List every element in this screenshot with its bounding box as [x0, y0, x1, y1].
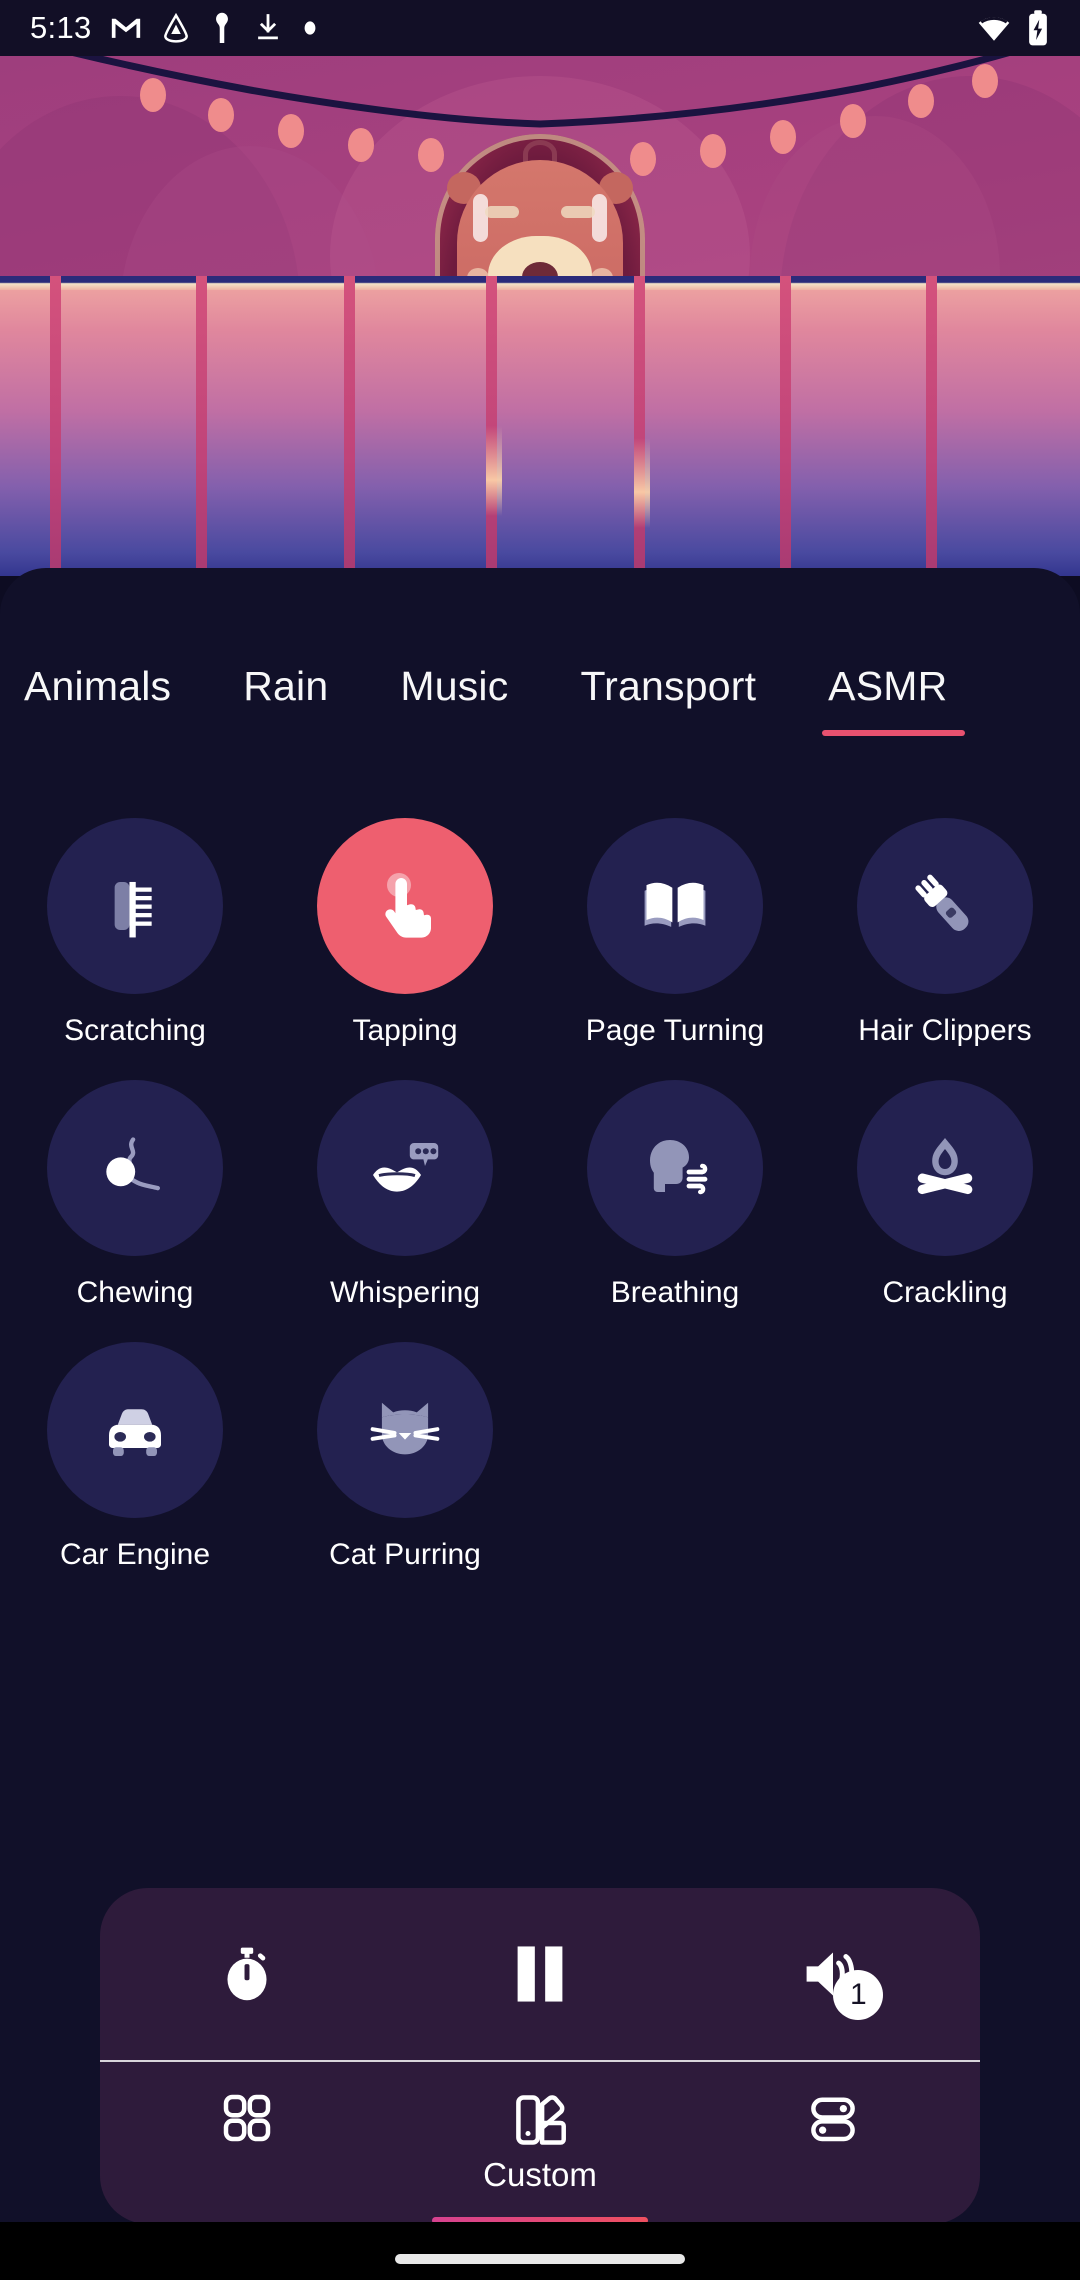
palette-icon	[516, 2095, 566, 2145]
dot-icon	[304, 21, 315, 35]
key-icon	[215, 12, 228, 44]
player-dock: 1 Custom	[100, 1888, 980, 2224]
sound-label: Cat Purring	[329, 1538, 481, 1571]
wifi-icon	[978, 17, 1010, 41]
comb-icon	[114, 881, 152, 938]
sound-label: Car Engine	[59, 1538, 211, 1571]
sound-label: Hair Clippers	[858, 1014, 1032, 1047]
sound-item-page-turning[interactable]: Page Turning	[540, 818, 810, 1048]
sound-label: Whispering	[329, 1276, 481, 1309]
gesture-bar[interactable]	[395, 2254, 685, 2264]
status-time: 5:13	[30, 10, 92, 45]
nav-item-sounds[interactable]	[100, 2062, 393, 2224]
sound-label: Crackling	[882, 1276, 1008, 1309]
fence	[0, 276, 1080, 576]
fence-top-rail	[0, 276, 1080, 290]
bottom-nav: Custom	[100, 2062, 980, 2224]
sound-bubble[interactable]	[587, 1080, 763, 1256]
tab-rain[interactable]: Rain	[243, 663, 328, 736]
hero-illustration	[0, 56, 1080, 576]
sound-label: Scratching	[64, 1014, 206, 1047]
sound-item-car-engine[interactable]: Car Engine	[0, 1342, 270, 1572]
tab-transport[interactable]: Transport	[580, 663, 756, 736]
sound-grid: Scratching Tapping Page Turning Hair Cli…	[0, 818, 1080, 1604]
status-bar-left: 5:13	[30, 10, 319, 46]
category-tabs[interactable]: Animals Rain Music Transport ASMR	[0, 663, 1080, 781]
chewing-gum-icon	[106, 1137, 160, 1191]
hair-clipper-icon	[915, 874, 969, 931]
volume-button[interactable]: 1	[687, 1888, 980, 2060]
cat-face-icon	[370, 1402, 440, 1455]
nav-item-settings[interactable]	[687, 2062, 980, 2224]
timer-button[interactable]	[100, 1888, 393, 2060]
player-controls: 1	[100, 1888, 980, 2060]
sound-bubble[interactable]	[47, 818, 223, 994]
sound-item-breathing[interactable]: Breathing	[540, 1080, 810, 1310]
sound-item-chewing[interactable]: Chewing	[0, 1080, 270, 1310]
sound-item-whispering[interactable]: Whispering	[270, 1080, 540, 1310]
status-bar: 5:13	[0, 0, 1080, 56]
tab-animals[interactable]: Animals	[24, 663, 171, 736]
sound-bubble[interactable]	[587, 818, 763, 994]
nav-item-custom[interactable]: Custom	[393, 2062, 686, 2224]
sound-bubble[interactable]	[317, 1342, 493, 1518]
hedgehog-highlight-left	[473, 194, 488, 242]
sound-label: Chewing	[76, 1276, 194, 1309]
hedgehog-brow-right	[561, 206, 595, 218]
sound-item-scratching[interactable]: Scratching	[0, 818, 270, 1048]
sound-bubble[interactable]	[47, 1342, 223, 1518]
tapping-hand-icon	[385, 873, 431, 938]
sound-label: Page Turning	[585, 1014, 765, 1047]
stopwatch-icon	[227, 1947, 267, 2001]
hedgehog-highlight-right	[592, 194, 607, 242]
hedgehog-brow-left	[485, 206, 519, 218]
head-breath-icon	[650, 1140, 708, 1195]
car-icon	[109, 1409, 161, 1456]
sound-bubble-selected[interactable]	[317, 818, 493, 994]
system-nav-background	[0, 2222, 1080, 2280]
gmail-icon	[111, 18, 140, 38]
volume-badge: 1	[833, 1970, 884, 2020]
tab-music[interactable]: Music	[400, 663, 508, 736]
tab-asmr[interactable]: ASMR	[822, 663, 966, 736]
sound-label: Breathing	[610, 1276, 740, 1309]
battery-charging-icon	[1029, 10, 1047, 46]
nav-label: Custom	[483, 2156, 597, 2193]
pause-icon	[517, 1946, 563, 2002]
sound-item-cat-purring[interactable]: Cat Purring	[270, 1342, 540, 1572]
sound-label: Tapping	[352, 1014, 458, 1047]
lips-speech-icon	[373, 1143, 439, 1192]
sound-item-tapping[interactable]: Tapping	[270, 818, 540, 1048]
sound-bubble[interactable]	[47, 1080, 223, 1256]
download-icon	[257, 14, 278, 40]
pause-button[interactable]	[393, 1888, 686, 2060]
open-book-icon	[644, 882, 706, 927]
toggles-icon	[811, 2097, 856, 2142]
sound-bubble[interactable]	[317, 1080, 493, 1256]
app-screen: 5:13 Animals Rain Music Transport ASMR S…	[0, 0, 1080, 2280]
sound-bubble[interactable]	[857, 1080, 1033, 1256]
sound-item-crackling[interactable]: Crackling	[810, 1080, 1080, 1310]
drive-icon	[163, 12, 188, 43]
status-bar-right	[976, 9, 1050, 47]
sound-bubble[interactable]	[857, 818, 1033, 994]
grid-icon	[223, 2094, 270, 2142]
campfire-icon	[917, 1138, 973, 1195]
sound-item-hair-clippers[interactable]: Hair Clippers	[810, 818, 1080, 1048]
